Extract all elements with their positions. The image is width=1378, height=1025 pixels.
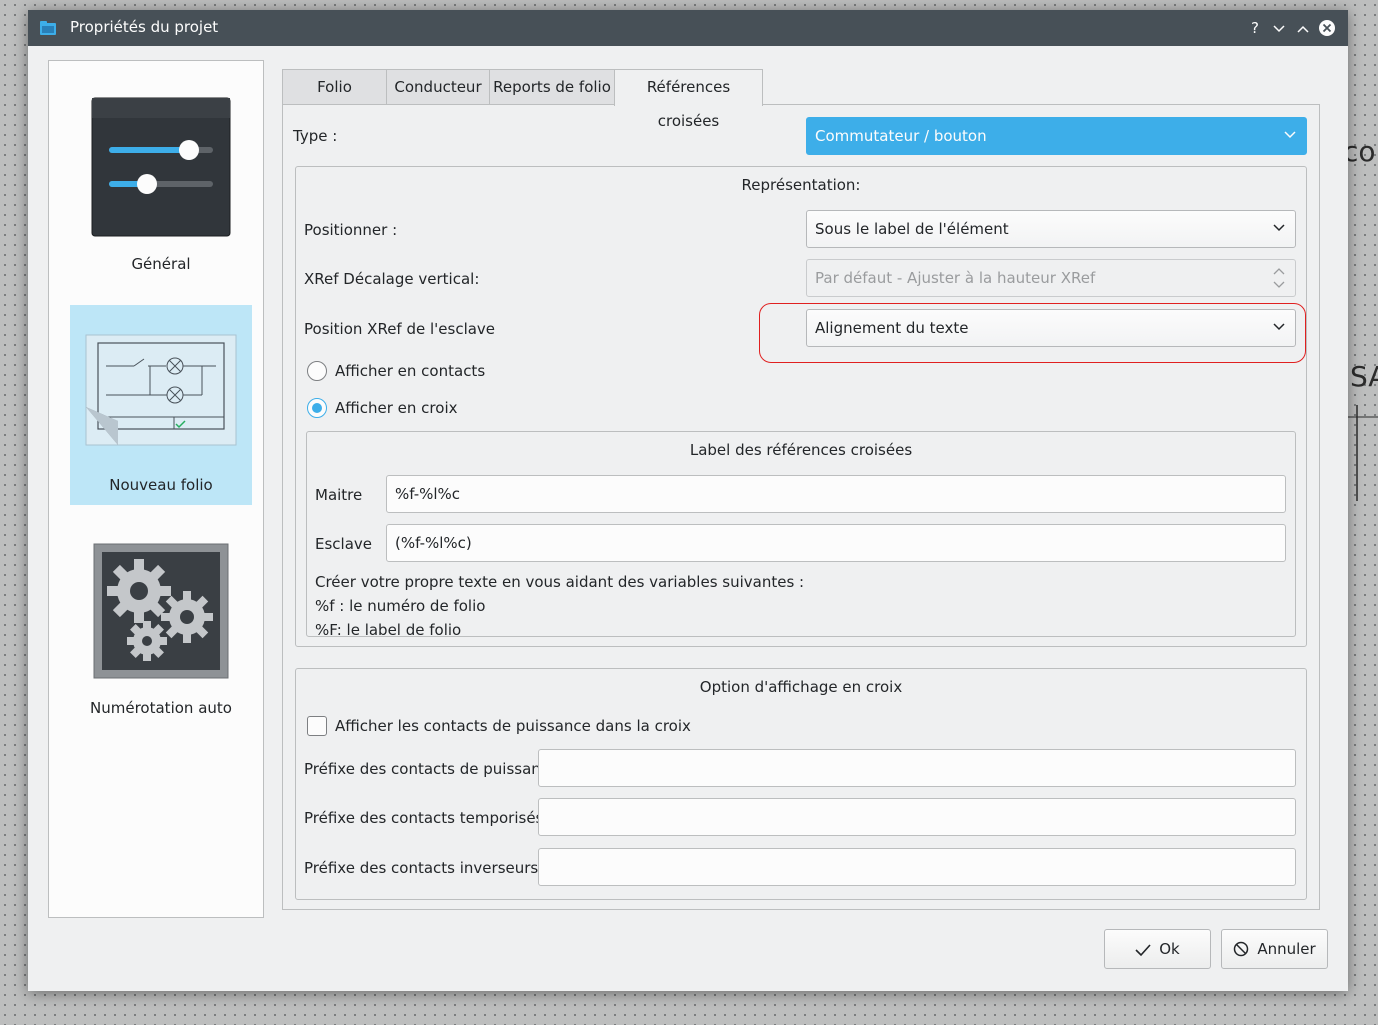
minimize-button[interactable] bbox=[1268, 17, 1290, 39]
delay-prefix-label: Préfixe des contacts temporisés : bbox=[304, 809, 554, 827]
sidebar-item-label: Général bbox=[131, 255, 191, 273]
type-select-value: Commutateur / bouton bbox=[815, 127, 987, 145]
sliders-icon bbox=[91, 97, 231, 237]
tab-label: Folio bbox=[317, 78, 352, 96]
radio-show-contacts[interactable] bbox=[307, 361, 327, 381]
maximize-button[interactable] bbox=[1292, 17, 1314, 39]
close-button[interactable] bbox=[1316, 17, 1338, 39]
category-sidebar: Général Nouveau folio Numérotation auto bbox=[48, 60, 264, 918]
master-format-input[interactable]: %f-%l%c bbox=[386, 475, 1286, 513]
help-text-line: %F: le label de folio bbox=[315, 621, 462, 639]
group-title: Label des références croisées bbox=[689, 441, 913, 459]
vertical-offset-spinbox[interactable]: Par défaut - Ajuster à la hauteur XRef bbox=[806, 259, 1296, 297]
slave-position-label: Position XRef de l'esclave bbox=[304, 320, 496, 338]
help-text-line: %f : le numéro de folio bbox=[315, 597, 486, 615]
position-select[interactable]: Sous le label de l'élément bbox=[806, 210, 1296, 248]
position-select-value: Sous le label de l'élément bbox=[815, 220, 1009, 238]
slave-format-value: (%f-%l%c) bbox=[395, 534, 472, 552]
tab-label: Références croisées bbox=[646, 78, 731, 130]
gears-icon bbox=[93, 543, 229, 679]
slave-label: Esclave bbox=[315, 535, 373, 553]
vertical-offset-label: XRef Décalage vertical: bbox=[304, 270, 480, 288]
annotation-highlight bbox=[759, 303, 1306, 363]
tab-conductor[interactable]: Conducteur bbox=[386, 69, 490, 105]
tab-label: Reports de folio bbox=[493, 78, 611, 96]
folio-schematic-icon bbox=[85, 334, 237, 446]
switch-prefix-label: Préfixe des contacts inverseurs : bbox=[304, 859, 549, 877]
sidebar-item-label: Numérotation auto bbox=[90, 699, 232, 717]
master-format-value: %f-%l%c bbox=[395, 485, 461, 503]
cancel-icon bbox=[1234, 941, 1249, 957]
tab-label: Conducteur bbox=[394, 78, 482, 96]
sidebar-item-auto-numbering[interactable]: Numérotation auto bbox=[70, 531, 252, 731]
help-button[interactable]: ? bbox=[1244, 17, 1266, 39]
title-bar[interactable]: Propriétés du projet ? bbox=[28, 10, 1348, 46]
radio-show-contacts-label[interactable]: Afficher en contacts bbox=[335, 362, 485, 380]
slave-format-input[interactable]: (%f-%l%c) bbox=[386, 524, 1286, 562]
tab-cross-references[interactable]: Références croisées bbox=[614, 69, 763, 130]
cancel-button[interactable]: Annuler bbox=[1221, 929, 1328, 969]
chevron-down-icon bbox=[1273, 224, 1285, 232]
ok-button[interactable]: Ok bbox=[1104, 929, 1211, 969]
app-icon bbox=[40, 21, 56, 35]
master-label: Maitre bbox=[315, 486, 363, 504]
group-title: Représentation: bbox=[741, 176, 861, 194]
tab-folio-reports[interactable]: Reports de folio bbox=[489, 69, 615, 105]
radio-show-cross-label[interactable]: Afficher en croix bbox=[335, 399, 458, 417]
radio-show-cross[interactable] bbox=[307, 398, 327, 418]
ok-button-label: Ok bbox=[1159, 940, 1180, 958]
window-title: Propriétés du projet bbox=[70, 18, 219, 36]
sidebar-item-label: Nouveau folio bbox=[109, 476, 213, 494]
vertical-offset-value: Par défaut - Ajuster à la hauteur XRef bbox=[815, 269, 1096, 287]
position-label: Positionner : bbox=[304, 221, 398, 239]
spin-arrows-icon bbox=[1273, 268, 1285, 288]
tab-folio[interactable]: Folio bbox=[282, 69, 387, 105]
power-contacts-checkbox-label[interactable]: Afficher les contacts de puissance dans … bbox=[335, 717, 691, 735]
help-text-line: Créer votre propre texte en vous aidant … bbox=[315, 573, 805, 591]
check-icon bbox=[1135, 944, 1151, 957]
switch-prefix-input[interactable] bbox=[538, 848, 1296, 886]
background-canvas-text: SA bbox=[1350, 360, 1378, 393]
power-prefix-label: Préfixe des contacts de puissance : bbox=[304, 760, 569, 778]
sidebar-item-general[interactable]: Général bbox=[70, 91, 252, 291]
chevron-down-icon bbox=[1273, 25, 1285, 33]
delay-prefix-input[interactable] bbox=[538, 798, 1296, 836]
sidebar-item-new-folio[interactable]: Nouveau folio bbox=[70, 305, 252, 505]
type-select[interactable]: Commutateur / bouton bbox=[806, 117, 1307, 155]
chevron-up-icon bbox=[1297, 25, 1309, 33]
power-prefix-input[interactable] bbox=[538, 749, 1296, 787]
background-canvas-line bbox=[1348, 405, 1378, 501]
cancel-button-label: Annuler bbox=[1257, 940, 1316, 958]
close-icon bbox=[1319, 20, 1335, 36]
chevron-down-icon bbox=[1284, 131, 1296, 139]
power-contacts-checkbox[interactable] bbox=[307, 716, 327, 736]
project-properties-dialog: Propriétés du projet ? Général Nouveau f… bbox=[28, 10, 1348, 991]
type-label: Type : bbox=[293, 127, 338, 145]
group-title: Option d'affichage en croix bbox=[699, 678, 903, 696]
